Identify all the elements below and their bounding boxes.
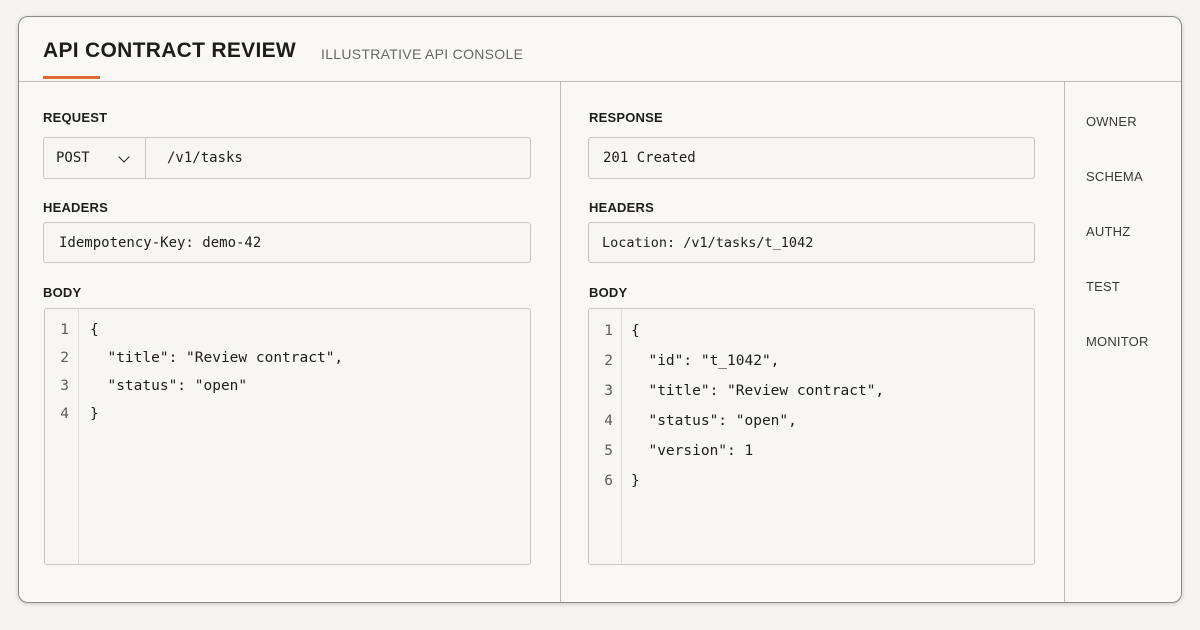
code-text: "status": "open", [631,413,797,429]
column-divider-request-response [560,81,561,602]
code-line: 3 "title": "Review contract", [589,380,1034,402]
request-headers-field[interactable]: Idempotency-Key: demo-42 [43,222,531,263]
request-headers-value: Idempotency-Key: demo-42 [59,234,262,251]
response-section-label: RESPONSE [589,110,663,125]
chevron-down-icon [118,151,130,163]
line-number: 3 [60,378,69,394]
line-number-gutter [589,309,622,564]
code-text: { [631,323,640,339]
response-body-viewer[interactable]: 1{2 "id": "t_1042", 3 "title": "Review co… [588,308,1035,565]
code-line: 4} [45,403,530,425]
code-text: { [90,322,99,338]
sidebar-item-monitor[interactable]: MONITOR [1086,334,1149,349]
request-section-label: REQUEST [43,110,108,125]
code-text: "title": "Review contract", [90,350,344,366]
sidebar-item-schema[interactable]: SCHEMA [1086,169,1143,184]
code-line: 4 "status": "open", [589,410,1034,432]
code-line: 5 "version": 1 [589,440,1034,462]
line-number: 2 [604,353,613,369]
code-line: 1{ [589,320,1034,342]
code-text: } [631,473,640,489]
title-accent-underline [43,76,100,79]
request-body-editor[interactable]: 1{2 "title": "Review contract", 3 "status… [44,308,531,565]
response-headers-label: HEADERS [589,200,654,215]
method-select[interactable]: POST [44,138,146,178]
response-status-value: 201 Created [603,150,696,166]
code-line: 6} [589,470,1034,492]
column-divider-sidebar [1064,81,1065,602]
request-line: POST /v1/tasks [43,137,531,179]
request-body-label: BODY [43,285,82,300]
code-text: "id": "t_1042", [631,353,780,369]
app-header: API CONTRACT REVIEW ILLUSTRATIVE API CON… [19,17,1181,82]
sidebar-item-test[interactable]: TEST [1086,279,1120,294]
code-text: "version": 1 [631,443,754,459]
response-body-label: BODY [589,285,628,300]
code-text: } [90,406,99,422]
sidebar-item-owner[interactable]: OWNER [1086,114,1137,129]
code-text: "status": "open" [90,378,248,394]
response-headers-value: Location: /v1/tasks/t_1042 [602,234,814,251]
line-number: 1 [604,323,613,339]
code-line: 2 "id": "t_1042", [589,350,1034,372]
line-number: 3 [604,383,613,399]
code-line: 1{ [45,319,530,341]
code-line: 3 "status": "open" [45,375,530,397]
line-number: 1 [60,322,69,338]
request-headers-label: HEADERS [43,200,108,215]
url-input[interactable]: /v1/tasks [167,150,243,166]
response-headers-field: Location: /v1/tasks/t_1042 [588,222,1035,263]
line-number: 4 [60,406,69,422]
method-label: POST [56,150,90,166]
response-status-field: 201 Created [588,137,1035,179]
line-number: 2 [60,350,69,366]
line-number: 5 [604,443,613,459]
page-title: API CONTRACT REVIEW [43,39,297,62]
sidebar-item-authz[interactable]: AUTHZ [1086,224,1130,239]
code-text: "title": "Review contract", [631,383,885,399]
page-subtitle: ILLUSTRATIVE API CONSOLE [321,46,524,62]
line-number: 4 [604,413,613,429]
code-line: 2 "title": "Review contract", [45,347,530,369]
line-number: 6 [604,473,613,489]
